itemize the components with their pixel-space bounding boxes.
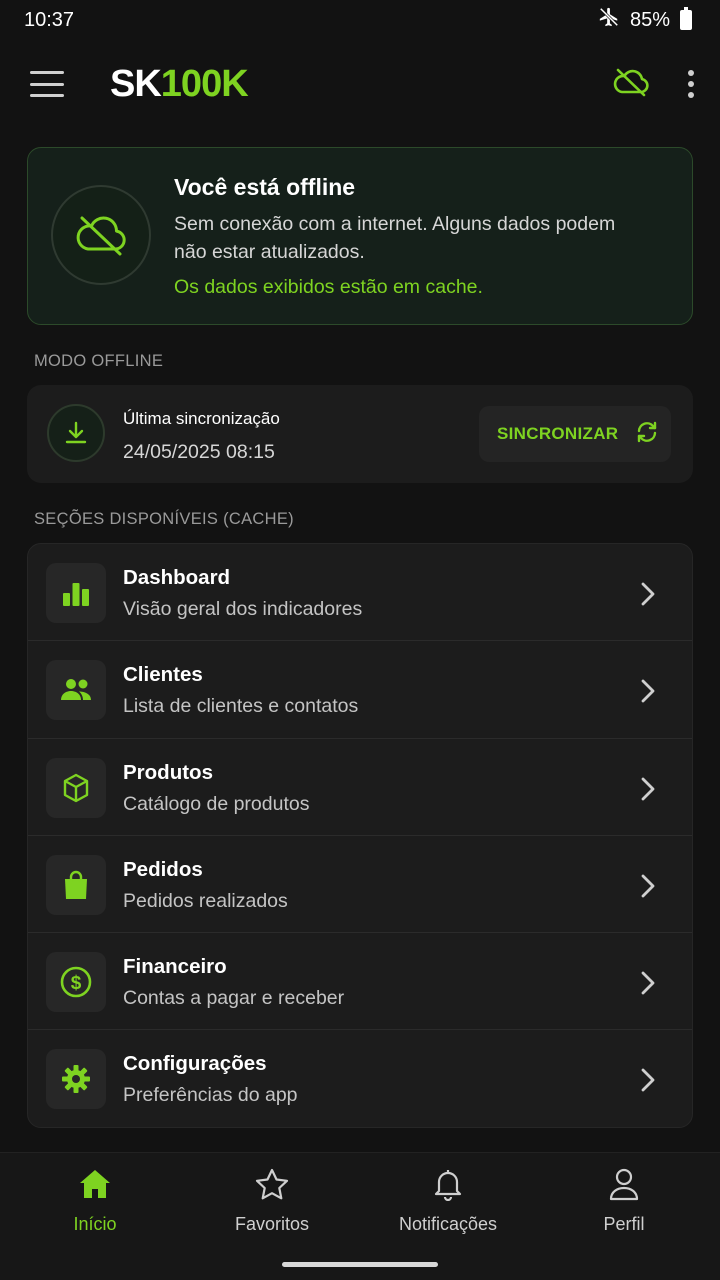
chevron-right-icon (640, 1067, 656, 1098)
list-item-dashboard[interactable]: Dashboard Visão geral dos indicadores (28, 544, 692, 642)
app-bar: SK100K (0, 40, 720, 128)
bar-chart-icon (46, 563, 106, 623)
last-sync-label: Última sincronização (123, 409, 280, 428)
item-title: Produtos (123, 760, 213, 784)
item-title: Pedidos (123, 857, 203, 881)
chevron-right-icon (640, 873, 656, 904)
dollar-circle-icon: $ (46, 952, 106, 1013)
item-title: Clientes (123, 663, 203, 687)
chevron-right-icon (640, 970, 656, 1001)
list-item-pedidos[interactable]: Pedidos Pedidos realizados (28, 836, 692, 934)
app-actions (612, 67, 696, 102)
item-title: Configurações (123, 1052, 267, 1076)
battery-percent: 85% (629, 8, 670, 31)
offline-cache-note: Os dados exibidos estão em cache. (174, 276, 483, 298)
chevron-right-icon (640, 678, 656, 709)
chevron-right-icon (640, 776, 656, 807)
offline-banner: Você está offline Sem conexão com a inte… (27, 147, 693, 325)
download-icon (47, 404, 105, 462)
people-icon (46, 660, 106, 721)
item-subtitle: Catálogo de produtos (123, 792, 310, 815)
logo-main: SK (110, 62, 162, 105)
offline-message: Sem conexão com a internet. Alguns dados… (174, 213, 616, 263)
nav-item-inicio[interactable]: Início (15, 1167, 175, 1235)
nav-item-favoritos[interactable]: Favoritos (192, 1167, 352, 1235)
item-subtitle: Lista de clientes e contatos (123, 695, 359, 718)
nav-label: Notificações (398, 1214, 498, 1234)
item-subtitle: Preferências do app (123, 1084, 298, 1107)
more-vert-icon[interactable] (686, 70, 696, 98)
nav-label: Favoritos (234, 1214, 310, 1234)
item-subtitle: Pedidos realizados (123, 889, 288, 912)
status-right: 85% (598, 6, 692, 34)
sync-button[interactable]: SINCRONIZAR (479, 406, 671, 462)
status-time: 10:37 (24, 8, 75, 31)
logo-accent: 100K (160, 62, 249, 105)
nav-label: Perfil (603, 1214, 645, 1234)
refresh-icon (634, 419, 660, 450)
sections-list: Dashboard Visão geral dos indicadores Cl… (27, 543, 693, 1128)
nav-item-perfil[interactable]: Perfil (544, 1167, 704, 1235)
shopping-bag-icon (46, 854, 106, 915)
nav-item-notificacoes[interactable]: Notificações (368, 1167, 528, 1235)
chevron-right-icon (640, 581, 656, 612)
cloud-offline-icon[interactable] (612, 67, 650, 102)
item-subtitle: Contas a pagar e receber (123, 987, 345, 1010)
person-icon (606, 1167, 642, 1206)
home-icon (77, 1167, 113, 1206)
cube-icon (46, 757, 106, 818)
bottom-nav: Início Favoritos Notificações Perfil (0, 1152, 720, 1280)
sync-card: Última sincronização 24/05/2025 08:15 SI… (27, 385, 693, 483)
battery-icon (680, 7, 692, 30)
nav-label: Início (73, 1214, 117, 1234)
airplane-mode-icon (598, 6, 620, 34)
section-label-offline-mode: MODO OFFLINE (34, 352, 164, 370)
list-item-produtos[interactable]: Produtos Catálogo de produtos (28, 739, 692, 836)
offline-title: Você está offline (174, 174, 356, 200)
item-subtitle: Visão geral dos indicadores (123, 598, 363, 620)
menu-icon[interactable] (30, 71, 64, 97)
svg-text:$: $ (71, 973, 82, 994)
gear-icon (46, 1049, 106, 1110)
app-logo: SK100K (110, 62, 249, 106)
sync-button-label: SINCRONIZAR (497, 424, 619, 443)
item-title: Dashboard (123, 566, 231, 589)
item-title: Financeiro (123, 955, 227, 979)
cloud-off-icon (51, 185, 151, 285)
list-item-configuracoes[interactable]: Configurações Preferências do app (28, 1030, 692, 1127)
bell-icon (430, 1167, 466, 1206)
last-sync-value: 24/05/2025 08:15 (123, 441, 275, 463)
star-icon (254, 1167, 290, 1206)
list-item-clientes[interactable]: Clientes Lista de clientes e contatos (28, 641, 692, 739)
home-indicator[interactable] (282, 1262, 438, 1267)
status-bar: 10:37 85% (0, 0, 720, 40)
section-label-sections: SEÇÕES DISPONÍVEIS (CACHE) (34, 510, 294, 528)
list-item-financeiro[interactable]: $ Financeiro Contas a pagar e receber (28, 933, 692, 1031)
